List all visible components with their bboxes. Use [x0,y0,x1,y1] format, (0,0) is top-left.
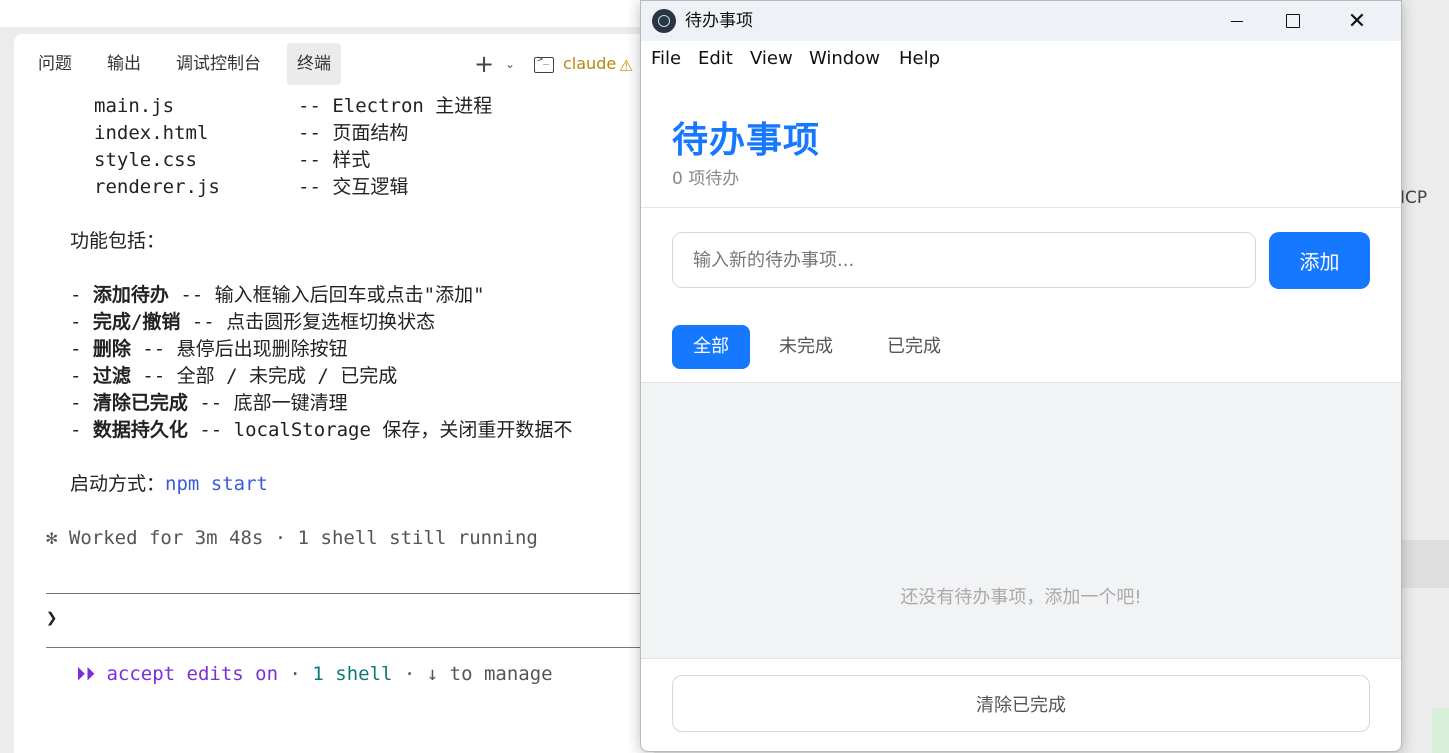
tab-problems[interactable]: 问题 [28,43,82,85]
background-panel [1400,540,1449,588]
feature-line: - 删除 -- 悬停后出现删除按钮 [70,338,348,360]
chevron-down-icon[interactable]: ⌄ [505,43,515,85]
status-line: ⏵⏵ accept edits on · 1 shell · ↓ to mana… [76,663,553,685]
menu-help[interactable]: Help [899,41,940,77]
page-title: 待办事项 [672,120,821,161]
prompt-caret[interactable]: ❯ [46,605,57,632]
todo-list: 还没有待办事项，添加一个吧! [641,382,1401,659]
file-desc: -- 样式 [298,149,371,171]
file-name: renderer.js [94,176,220,198]
menu-window[interactable]: Window [809,41,880,77]
feature-line: - 添加待办 -- 输入框输入后回车或点击"添加" [70,284,485,306]
file-name: main.js [94,95,175,117]
menu-file[interactable]: File [651,41,681,77]
maximize-icon[interactable] [1265,1,1321,41]
prompt-divider-top [46,593,640,594]
file-name: style.css [94,149,197,171]
file-desc: -- 页面结构 [298,122,409,144]
file-desc: -- 交互逻辑 [298,176,409,198]
tab-output[interactable]: 输出 [97,43,151,85]
new-terminal-plus-icon[interactable]: + [474,43,494,85]
feature-line: - 数据持久化 -- localStorage 保存，关闭重开数据不 [70,419,573,441]
start-line: 启动方式：npm start [70,473,268,495]
minimize-icon[interactable] [1209,1,1265,41]
terminal-icon: >_ [534,54,554,73]
filter-all[interactable]: 全部 [672,325,750,369]
file-name: index.html [94,122,209,144]
editor-top-strip [0,0,640,27]
todo-count: 0 项待办 [672,169,740,189]
title-bar[interactable]: 待办事项 ✕ [641,1,1401,41]
warning-icon: ⚠ [619,56,634,75]
feature-line: - 清除已完成 -- 底部一键清理 [70,392,348,414]
tab-terminal[interactable]: 终端 [287,43,341,85]
filter-completed[interactable]: 已完成 [866,325,962,369]
start-command: npm start [165,473,268,495]
worked-status: ✻ Worked for 3m 48s · 1 shell still runn… [46,527,538,549]
new-todo-input[interactable] [672,232,1256,288]
header-divider [641,207,1401,208]
menu-view[interactable]: View [750,41,793,77]
menu-edit[interactable]: Edit [698,41,733,77]
electron-app-icon [652,9,676,33]
tab-debug-console[interactable]: 调试控制台 [166,43,271,85]
add-button[interactable]: 添加 [1269,232,1370,289]
panel-tabs: 问题 输出 调试控制台 终端 [14,43,654,85]
menu-bar: File Edit View Window Help [641,41,1401,77]
terminal-name[interactable]: claude [563,43,616,85]
feature-line: - 完成/撤销 -- 点击圆形复选框切换状态 [70,311,436,333]
clear-completed-button[interactable]: 清除已完成 [672,675,1370,732]
prompt-divider-bottom [46,647,640,648]
todo-app-window: 待办事项 ✕ File Edit View Window Help 待办事项 0… [640,0,1402,752]
background-panel [1432,708,1449,753]
background-text: ICP [1400,188,1428,208]
close-icon[interactable]: ✕ [1329,1,1385,41]
features-heading: 功能包括： [70,230,166,252]
file-desc: -- Electron 主进程 [298,95,493,117]
filter-active[interactable]: 未完成 [758,325,854,369]
empty-state-text: 还没有待办事项，添加一个吧! [900,587,1142,608]
window-title: 待办事项 [685,11,753,31]
feature-line: - 过滤 -- 全部 / 未完成 / 已完成 [70,365,398,387]
